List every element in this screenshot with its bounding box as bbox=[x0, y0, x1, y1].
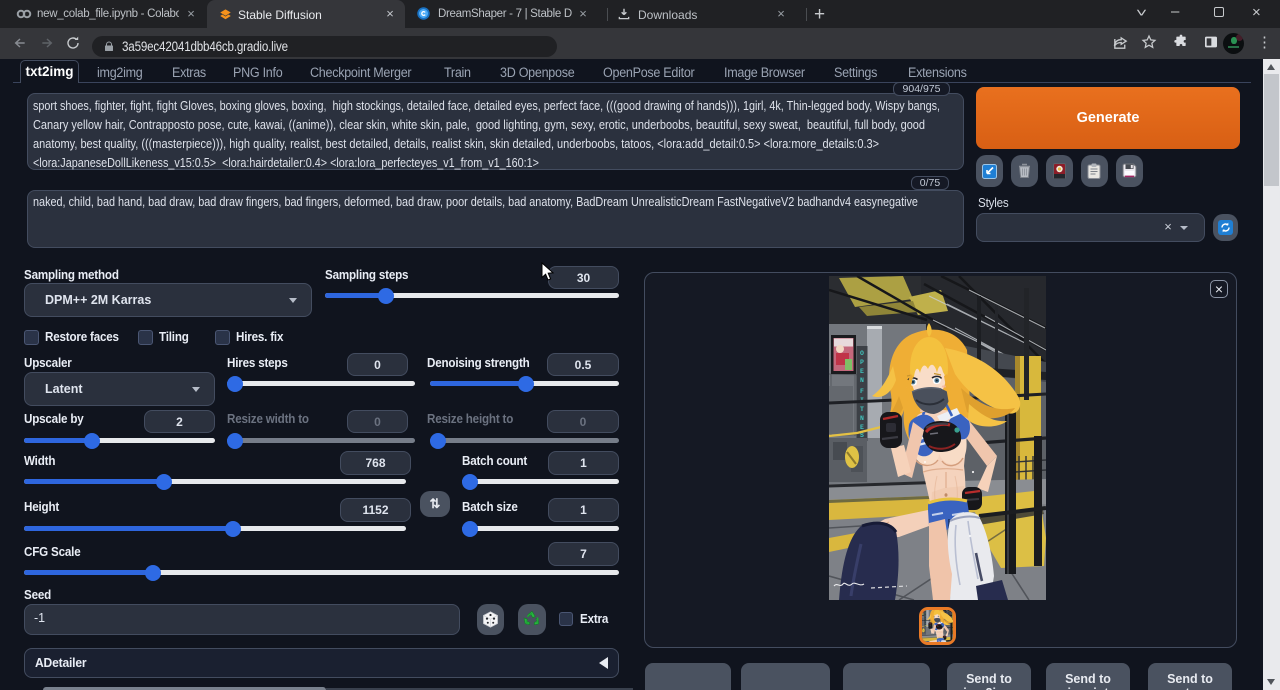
svg-text:T: T bbox=[860, 406, 864, 413]
svg-text:E: E bbox=[860, 368, 864, 375]
svg-text:N: N bbox=[860, 377, 864, 384]
svg-text:F: F bbox=[860, 388, 864, 395]
svg-text:E: E bbox=[860, 424, 864, 431]
svg-text:N: N bbox=[860, 415, 864, 422]
svg-text:P: P bbox=[860, 359, 864, 366]
svg-text:O: O bbox=[860, 350, 864, 357]
